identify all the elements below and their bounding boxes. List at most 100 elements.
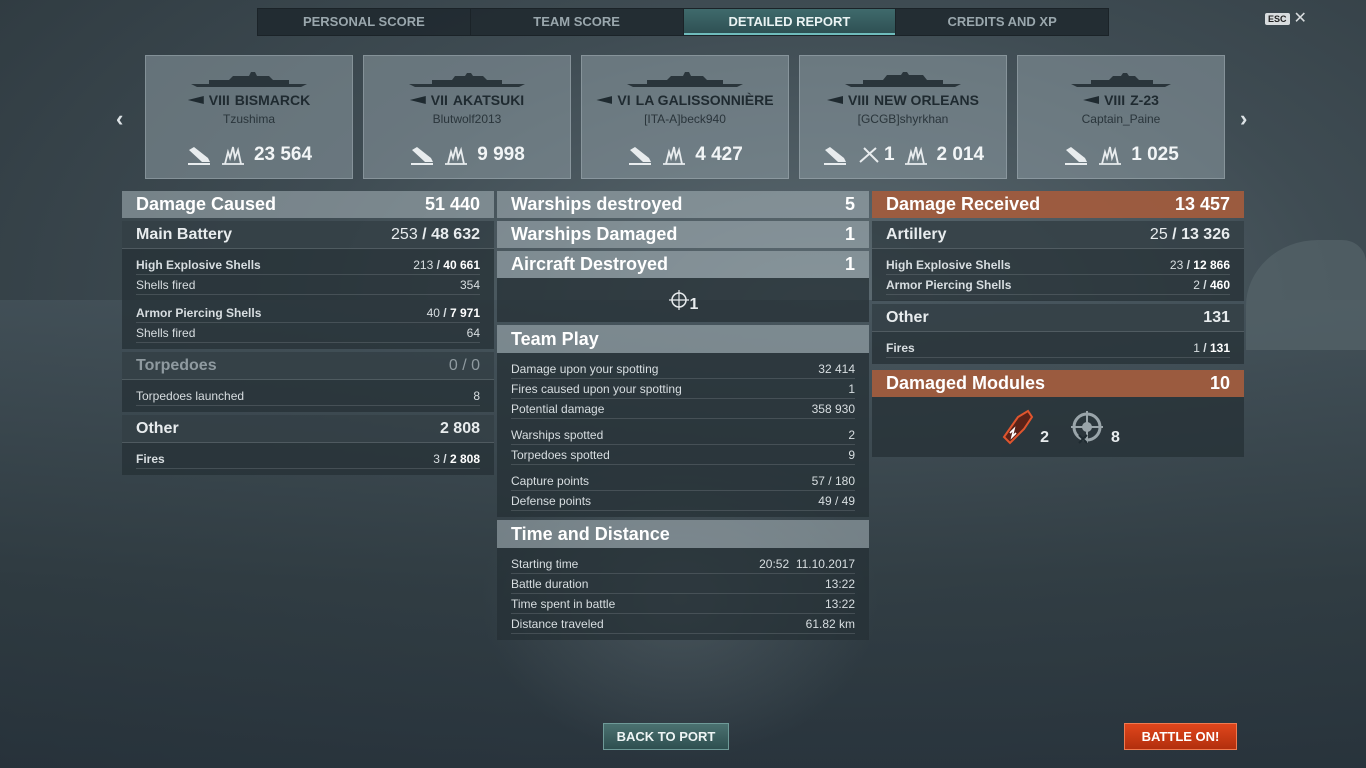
- tab-personal-score[interactable]: PERSONAL SCORE: [258, 9, 471, 35]
- damage-caused-title: Damage Caused: [136, 194, 277, 214]
- team-play-row: Fires caused upon your spotting 1: [511, 379, 855, 399]
- ship-stats: 4 427: [582, 144, 788, 166]
- nation-flag-icon: [1083, 96, 1100, 104]
- sunk-ship-icon: [629, 147, 652, 165]
- warships-destroyed-row: Warships destroyed 5: [497, 191, 869, 218]
- tab-detailed-report[interactable]: DETAILED REPORT: [683, 9, 897, 35]
- ship-title: BISMARCK: [234, 92, 311, 108]
- prev-arrow-icon[interactable]: ‹: [116, 106, 123, 132]
- row-label: Time spent in battle: [511, 596, 616, 611]
- damage-value: 1 025: [1131, 144, 1179, 165]
- artillery-label: Artillery: [886, 225, 947, 243]
- damage-value: 4 427: [695, 144, 743, 165]
- torpedoes-label: Torpedoes: [136, 356, 217, 374]
- ap-fired-row: Shells fired 64: [136, 323, 480, 343]
- row-label: Defense points: [511, 493, 592, 508]
- row-value: 20:52 11.10.2017: [759, 556, 855, 571]
- received-other-details: Fires 1 / 131: [872, 332, 1244, 364]
- player-name: Tzushima: [222, 112, 275, 126]
- damage-received-panel: Damage Received 13 457 Artillery 25 / 13…: [872, 191, 1244, 457]
- row-label: Starting time: [511, 556, 579, 571]
- team-play-row: Warships spotted 2: [511, 425, 855, 445]
- ship-tier: VII: [430, 92, 448, 108]
- warships-damaged-label: Warships Damaged: [511, 224, 678, 244]
- next-arrow-icon[interactable]: ›: [1240, 106, 1247, 132]
- close-button[interactable]: ESC ✕: [1265, 10, 1307, 27]
- damaged-modules-details: 2 8: [872, 397, 1244, 457]
- torpedoes-header: Torpedoes 0 / 0: [122, 352, 494, 380]
- ship-name: VIII Z-23: [1018, 92, 1224, 108]
- row-label: Fires caused upon your spotting: [511, 381, 682, 396]
- main-battery-value: 48 632: [431, 225, 480, 243]
- damaged-modules-header: Damaged Modules 10: [872, 370, 1244, 397]
- other-details: Fires 3 / 2 808: [122, 443, 494, 475]
- ship-name: VIII BISMARCK: [146, 92, 352, 108]
- damage-received-title: Damage Received: [886, 194, 1041, 214]
- main-battery-hits: 253: [391, 225, 418, 243]
- player-name: Blutwolf2013: [432, 112, 502, 126]
- artillery-details: High Explosive Shells 23 / 12 866 Armor P…: [872, 249, 1244, 301]
- sunk-ship-icon: [187, 147, 210, 165]
- other-header: Other 2 808: [122, 415, 494, 443]
- ship-silhouette-icon: [627, 72, 743, 87]
- target-count: 1: [689, 296, 699, 313]
- ship-silhouette-icon: [191, 72, 307, 87]
- row-label: Potential damage: [511, 401, 605, 416]
- fires-label: Fires: [136, 451, 165, 466]
- row-value: 9: [848, 447, 855, 462]
- ship-name: VI LA GALISSONNIÈRE: [582, 92, 788, 108]
- torpedoes-value: 0 / 0: [448, 356, 480, 374]
- row-value: 49 / 49: [818, 493, 855, 508]
- engine-module: 2: [996, 407, 1049, 447]
- row-value: 2: [848, 427, 855, 442]
- time-row: Battle duration 13:22: [511, 574, 855, 594]
- damage-caused-panel: Damage Caused 51 440 Main Battery 253 / …: [122, 191, 494, 475]
- ship-silhouette-icon: [1071, 73, 1171, 87]
- ship-name: VIII NEW ORLEANS: [800, 92, 1006, 108]
- esc-key-label: ESC: [1265, 13, 1290, 25]
- player-name: [ITA-A]beck940: [644, 112, 726, 126]
- received-ap-label: Armor Piercing Shells: [886, 277, 1012, 292]
- team-play-row: Capture points 57 / 180: [511, 471, 855, 491]
- close-icon: ✕: [1293, 10, 1307, 27]
- time-distance-details: Starting time 20:52 11.10.2017 Battle dur…: [497, 548, 869, 640]
- time-distance-title: Time and Distance: [497, 520, 869, 548]
- main-battery-details: High Explosive Shells 213 / 40 661 Shells…: [122, 249, 494, 349]
- planes-value: 1: [883, 144, 895, 165]
- row-value: 13:22: [824, 576, 855, 591]
- damage-value: 23 564: [253, 144, 313, 165]
- engine-damaged-icon: [1002, 409, 1034, 445]
- battle-on-button[interactable]: BATTLE ON!: [1124, 723, 1237, 750]
- damage-icon: [1099, 146, 1122, 165]
- tab-team-score[interactable]: TEAM SCORE: [471, 9, 684, 35]
- team-play-row: Potential damage 358 930: [511, 399, 855, 419]
- warships-damaged-row: Warships Damaged 1: [497, 221, 869, 248]
- received-other-header: Other 131: [872, 304, 1244, 332]
- received-ap-hits: 2: [1193, 277, 1200, 292]
- team-play-title: Team Play: [497, 325, 869, 353]
- ship-silhouette-icon: [845, 72, 961, 87]
- summary-panel: Warships destroyed 5 Warships Damaged 1 Ai…: [497, 191, 869, 640]
- sunk-ship-icon: [823, 147, 846, 165]
- row-value: 32 414: [818, 361, 855, 376]
- torpedoes-details: Torpedoes launched 8: [122, 380, 494, 412]
- ap-fired-label: Shells fired: [136, 325, 196, 340]
- row-value: 358 930: [811, 401, 855, 416]
- damage-caused-header: Damage Caused 51 440: [122, 191, 494, 218]
- tab-credits-xp[interactable]: CREDITS AND XP: [896, 9, 1108, 35]
- other-label: Other: [136, 419, 179, 437]
- report-tabs: PERSONAL SCORE TEAM SCORE DETAILED REPOR…: [257, 8, 1109, 36]
- warships-damaged-value: 1: [844, 224, 855, 244]
- damage-icon: [221, 146, 244, 165]
- received-fires-label: Fires: [886, 340, 915, 355]
- ap-shells-hits: 40: [426, 305, 440, 320]
- row-value: 61.82 km: [805, 616, 855, 631]
- player-name: [GCGB]shyrkhan: [857, 112, 949, 126]
- damaged-modules-label: Damaged Modules: [886, 373, 1046, 393]
- received-he-value: 12 866: [1193, 257, 1230, 272]
- ship-tier: VI: [617, 92, 631, 108]
- damaged-modules-value: 10: [1209, 373, 1230, 393]
- ship-title: LA GALISSONNIÈRE: [635, 92, 774, 108]
- back-to-port-button[interactable]: BACK TO PORT: [603, 723, 729, 750]
- ship-card: VIII BISMARCK Tzushima 23 564: [145, 55, 353, 179]
